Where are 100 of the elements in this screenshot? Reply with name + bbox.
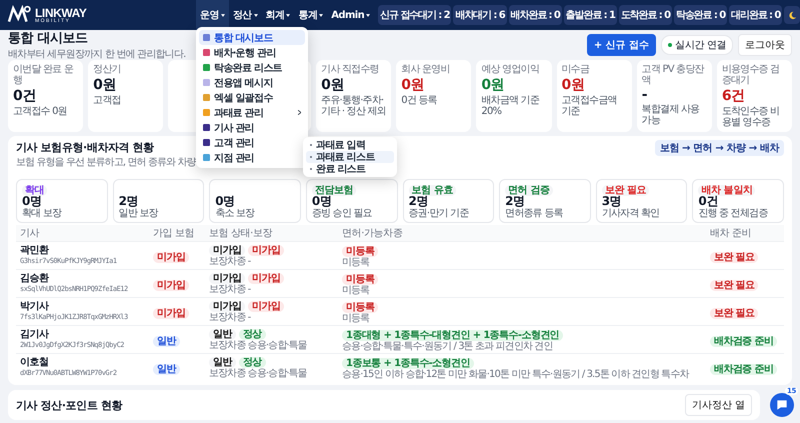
nav-tab[interactable]: 운영 xyxy=(196,0,229,30)
column-header: 보험 상태·보장 xyxy=(209,228,272,239)
coverage-text: 보장차종 - xyxy=(209,284,252,294)
caret-icon xyxy=(286,14,290,16)
plan-tag: 일반 xyxy=(153,336,180,346)
page-subtitle: 배차부터 세무원장까지 한 번에 관리합니다. xyxy=(8,48,186,61)
nav-tab[interactable]: 회계 xyxy=(262,0,294,30)
submenu-item[interactable]: 과태료 입력 xyxy=(306,139,394,151)
menu-item[interactable]: 전용앱 메시지 xyxy=(199,75,305,90)
readiness-tag: 보완 필요 xyxy=(710,308,758,318)
menu-item[interactable]: 통합 대시보드 xyxy=(199,30,305,45)
card-label: 미수금 xyxy=(562,64,590,75)
insurance-status-tag: 미가입 xyxy=(248,300,284,312)
caret-icon xyxy=(254,14,258,16)
coverage-text: 보장차종 승용·승합·특물 xyxy=(209,368,308,378)
square-icon xyxy=(203,139,210,146)
vehicle-text: 미등록 xyxy=(342,313,370,324)
card-note: 고객접수금액 기준 xyxy=(562,95,618,117)
column-header: 배차 준비 xyxy=(710,228,752,239)
license-tag: 1종대형 + 1종특수-대형견인 + 1종특수-소형견인 xyxy=(342,330,564,341)
card-value: 0원 xyxy=(321,76,346,94)
caret-icon xyxy=(319,14,324,16)
status-chip: 신규 접수대기 : 2 xyxy=(378,5,452,25)
insurance-type-tag: 미가입 xyxy=(209,272,246,284)
section-title: 기사 보험유형·배차자격 현황 xyxy=(16,140,155,155)
column-header: 가입 보험 xyxy=(153,228,194,239)
submenu-item[interactable]: 과태료 리스트 xyxy=(306,151,394,163)
status-tag: 전담보험 xyxy=(312,185,356,196)
caret-icon xyxy=(366,14,370,16)
square-icon xyxy=(203,154,210,161)
nav-tab[interactable]: 정산 xyxy=(228,0,262,30)
stat-note: 일반 보장 xyxy=(118,208,160,220)
menu-item[interactable]: 기사 관리 xyxy=(199,120,305,135)
square-icon xyxy=(203,64,210,71)
nav-tab[interactable]: Admin xyxy=(327,0,374,30)
menu-item[interactable]: 배차·운행 관리 xyxy=(199,45,305,60)
card-label: 정산기 xyxy=(93,64,122,75)
submenu-item[interactable]: 완료 리스트 xyxy=(306,163,394,175)
menu-item[interactable]: 지점 관리 xyxy=(199,150,305,165)
card-value: 0원 xyxy=(481,76,506,94)
square-icon xyxy=(203,49,210,56)
vehicle-text: 승용·승합·특물·특수·원동기 / 3톤 초과 피견인차 견인 xyxy=(342,341,554,352)
card-note: 고객접 xyxy=(93,95,122,106)
insurance-type-tag: 일반 xyxy=(209,356,236,368)
status-tag: 보험 유효 xyxy=(408,185,456,196)
open-settlement-button[interactable]: 기사정산 열 xyxy=(684,394,752,416)
readiness-tag: 보완 필요 xyxy=(710,280,758,290)
square-icon xyxy=(203,109,210,116)
stat-note: 축소 보장 xyxy=(215,208,256,220)
stat-note: 면허종류 등록 xyxy=(505,208,564,220)
live-status: 실시간 연결 xyxy=(661,35,733,55)
page-title: 통합 대시보드 xyxy=(8,30,88,47)
card-label: 기사 직접수령 xyxy=(321,64,380,75)
license-tag: 미등록 xyxy=(342,274,378,285)
status-chip: 대리완료 : 0 xyxy=(729,5,782,25)
driver-name: 곽민환 xyxy=(20,244,50,256)
card-note: 복합결제 사용 가능 xyxy=(642,104,700,126)
caret-icon xyxy=(220,14,225,16)
card-label: 예상 영업이익 xyxy=(481,64,540,75)
driver-name: 박기사 xyxy=(20,300,50,312)
card-note: 주유·통행·주차·기타 · 정산 제외 xyxy=(321,95,386,117)
menu-item[interactable]: 고객 관리 xyxy=(199,135,305,150)
chat-button[interactable] xyxy=(770,393,794,417)
stat-value: 2명 xyxy=(505,194,525,208)
status-tag: 면허 검증 xyxy=(505,185,553,196)
insurance-status-tag: 정상 xyxy=(238,328,266,340)
license-tag: 미등록 xyxy=(342,302,378,313)
stat-value: 0명 xyxy=(215,194,236,208)
nav-tab[interactable]: 통계 xyxy=(294,0,328,30)
card-value: 6건 xyxy=(722,87,746,105)
stat-value: 2명 xyxy=(408,194,428,208)
card-note: 0건 등록 xyxy=(401,95,438,106)
vehicle-text: 미등록 xyxy=(342,285,370,296)
card-note: 배차금액 기준 20% xyxy=(481,95,540,117)
stat-note: 진행 중 전체검증 xyxy=(698,208,769,220)
stat-note: 기사자격 확인 xyxy=(602,208,660,220)
stat-value: 2명 xyxy=(118,194,140,208)
card-note: 고객접수 0원 xyxy=(13,106,68,117)
plan-tag: 일반 xyxy=(153,364,180,374)
square-icon xyxy=(203,79,210,86)
insurance-type-tag: 미가입 xyxy=(209,300,246,312)
driver-name: 김기사 xyxy=(20,328,50,340)
stat-note: 증빙 승인 필요 xyxy=(312,208,373,220)
menu-item[interactable]: 탁송완료 리스트 xyxy=(199,60,305,75)
status-chip: 배차대기 : 6 xyxy=(453,5,507,25)
logo-name: LINKWAY xyxy=(35,6,86,18)
insurance-status-tag: 미가입 xyxy=(248,244,284,256)
menu-item[interactable]: 과태료 관리 xyxy=(199,105,305,120)
theme-button[interactable] xyxy=(784,6,800,24)
menu-item[interactable]: 엑셀 일괄접수 xyxy=(199,90,305,105)
moon-icon xyxy=(788,10,797,20)
section-subtitle: 보험 유형을 우선 분류하고, 면허 종류와 차량 xyxy=(16,156,196,169)
status-tag: 보완 필요 xyxy=(602,185,650,196)
square-icon xyxy=(203,124,210,131)
card-label: 비용영수증 검증대기 xyxy=(722,64,780,86)
readiness-tag: 배차검증 준비 xyxy=(710,364,778,374)
logo-icon xyxy=(6,5,32,25)
new-request-button[interactable]: + 신규 접수 xyxy=(586,34,656,56)
logout-button[interactable]: 로그아웃 xyxy=(738,34,792,56)
card-label: 이번달 완료 운행 xyxy=(13,64,74,86)
